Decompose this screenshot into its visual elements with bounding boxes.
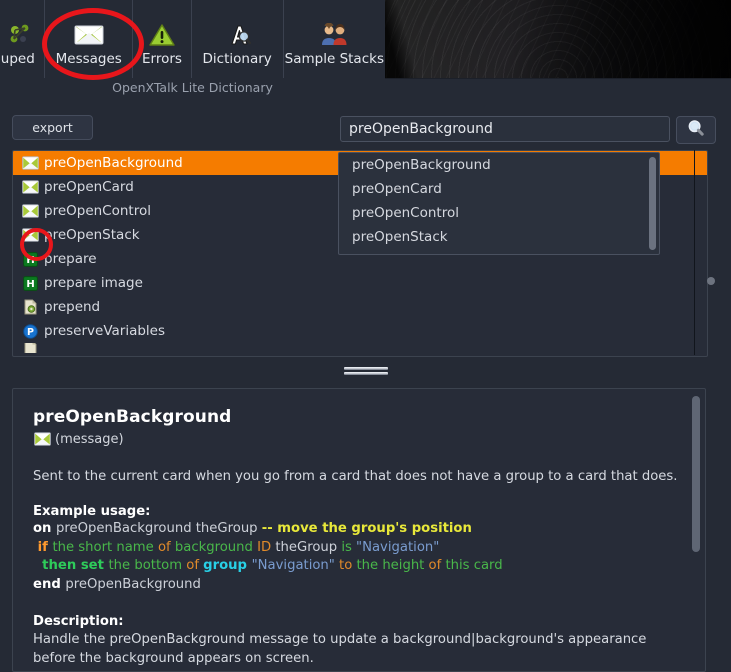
list-item[interactable]: P preserveVariables <box>13 319 707 343</box>
envelope-icon <box>33 431 51 447</box>
search-button[interactable] <box>676 116 716 144</box>
two-people-icon <box>318 22 350 48</box>
toolbar-label-errors: Errors <box>142 51 182 67</box>
grouped-icon <box>9 22 35 48</box>
splitter-grip-line <box>343 372 388 375</box>
code-token: end <box>33 576 66 592</box>
list-item-label: preOpenCard <box>44 179 134 195</box>
code-token: of <box>186 558 204 573</box>
warning-triangle-icon <box>149 22 175 48</box>
code-token: then <box>33 558 81 573</box>
detail-scrollbar[interactable] <box>692 394 700 668</box>
detail-panel: preOpenBackground (message) Sent to the … <box>12 388 706 672</box>
svg-text:H: H <box>26 255 34 266</box>
code-token: "Navigation" <box>251 558 340 573</box>
list-item-label: preOpenBackground <box>44 155 183 171</box>
toolbar-item-grouped[interactable]: rouped <box>0 0 46 78</box>
main-toolbar: rouped Messages Errors <box>0 0 385 78</box>
app-caption: OpenXTalk Lite Dictionary <box>112 80 273 95</box>
code-token: theGroup <box>275 539 342 555</box>
example-code-block: on preOpenBackground theGroup -- move th… <box>33 520 683 594</box>
toolbar-item-dictionary[interactable]: Dictionary <box>192 0 284 78</box>
detail-scrollbar-thumb[interactable] <box>692 396 700 552</box>
code-token: set <box>80 558 109 573</box>
envelope-icon <box>21 227 39 243</box>
code-line: end preOpenBackground <box>33 576 683 595</box>
code-line: then set the bottom of group "Navigation… <box>33 557 683 576</box>
toolbar-item-errors[interactable]: Errors <box>133 0 192 78</box>
list-item[interactable]: prepend <box>13 295 707 319</box>
code-token: background <box>174 539 258 555</box>
file-gear-icon <box>21 299 39 315</box>
example-usage-heading: Example usage: <box>33 504 151 519</box>
property-p-icon: P <box>21 323 39 339</box>
code-token: the bottom <box>108 558 187 573</box>
envelope-icon <box>21 203 39 219</box>
code-token: group <box>203 558 252 573</box>
code-token: preOpenBackground <box>65 576 201 592</box>
dropdown-item[interactable]: preOpenStack <box>339 225 659 249</box>
toolbar-label-grouped: rouped <box>0 51 35 67</box>
list-item-label: prepare <box>44 251 97 267</box>
toolbar-label-messages: Messages <box>55 51 122 67</box>
toolbar-label-dictionary: Dictionary <box>202 51 272 67</box>
dropdown-scrollbar[interactable] <box>649 157 656 250</box>
dropdown-scrollbar-thumb[interactable] <box>649 157 656 250</box>
dictionary-magnifier-icon <box>222 22 252 48</box>
magnifier-icon <box>686 118 706 142</box>
code-token: the height <box>356 558 429 573</box>
splitter-grip-line <box>343 367 388 370</box>
splitter-grip[interactable] <box>343 365 388 377</box>
code-token: preOpenBackground theGroup <box>56 521 262 536</box>
search-input[interactable] <box>340 116 670 142</box>
code-token: ID <box>257 539 276 555</box>
list-item-partial[interactable] <box>13 343 707 353</box>
handler-h-icon: H <box>21 275 39 291</box>
list-item-label: prepend <box>44 299 101 315</box>
code-token: to <box>339 558 357 573</box>
toolbar-item-messages[interactable]: Messages <box>45 0 134 78</box>
panel-splitter[interactable] <box>0 360 731 382</box>
code-line: on preOpenBackground theGroup -- move th… <box>33 520 683 539</box>
code-token: the short name <box>52 539 158 555</box>
description-heading: Description: <box>33 614 124 629</box>
envelope-icon <box>21 155 39 171</box>
detail-title: preOpenBackground <box>33 407 232 427</box>
search-autocomplete-dropdown[interactable]: preOpenBackground preOpenCard preOpenCon… <box>338 152 660 255</box>
file-icon <box>21 343 39 353</box>
code-token: if <box>33 539 53 555</box>
svg-text:H: H <box>26 279 34 290</box>
panel-resize-dot-handle[interactable] <box>707 277 715 285</box>
code-token: on <box>33 521 57 536</box>
list-item-label: preserveVariables <box>44 323 166 339</box>
code-token: -- move the group's position <box>261 521 472 536</box>
search-area <box>340 116 716 144</box>
list-panel-divider <box>694 150 695 355</box>
toolbar-item-sample-stacks[interactable]: Sample Stacks <box>284 0 385 78</box>
envelope-icon <box>73 22 105 48</box>
code-token: is <box>341 539 357 555</box>
handler-h-icon: H <box>21 251 39 267</box>
toolbar-label-sample-stacks: Sample Stacks <box>284 51 384 67</box>
list-item-label: preOpenControl <box>44 203 151 219</box>
dropdown-item[interactable]: preOpenControl <box>339 201 659 225</box>
header-texture-image <box>385 0 731 79</box>
code-token: of <box>428 558 446 573</box>
export-button[interactable]: export <box>12 115 93 140</box>
list-item-label: preOpenStack <box>44 227 140 243</box>
code-token: "Navigation" <box>356 539 440 555</box>
dropdown-item[interactable]: preOpenCard <box>339 177 659 201</box>
description-body: Handle the preOpenBackground message to … <box>33 632 647 666</box>
envelope-icon <box>21 179 39 195</box>
list-item-label: prepare image <box>44 275 143 291</box>
code-token: this card <box>445 558 503 573</box>
code-line: if the short name of background ID theGr… <box>33 539 683 558</box>
detail-type-label: (message) <box>55 431 124 447</box>
detail-type-row: (message) <box>33 431 683 447</box>
dropdown-item[interactable]: preOpenBackground <box>339 153 659 177</box>
svg-text:P: P <box>27 327 34 338</box>
code-token: of <box>157 539 175 555</box>
list-item[interactable]: H prepare image <box>13 271 707 295</box>
detail-summary: Sent to the current card when you go fro… <box>33 469 678 484</box>
